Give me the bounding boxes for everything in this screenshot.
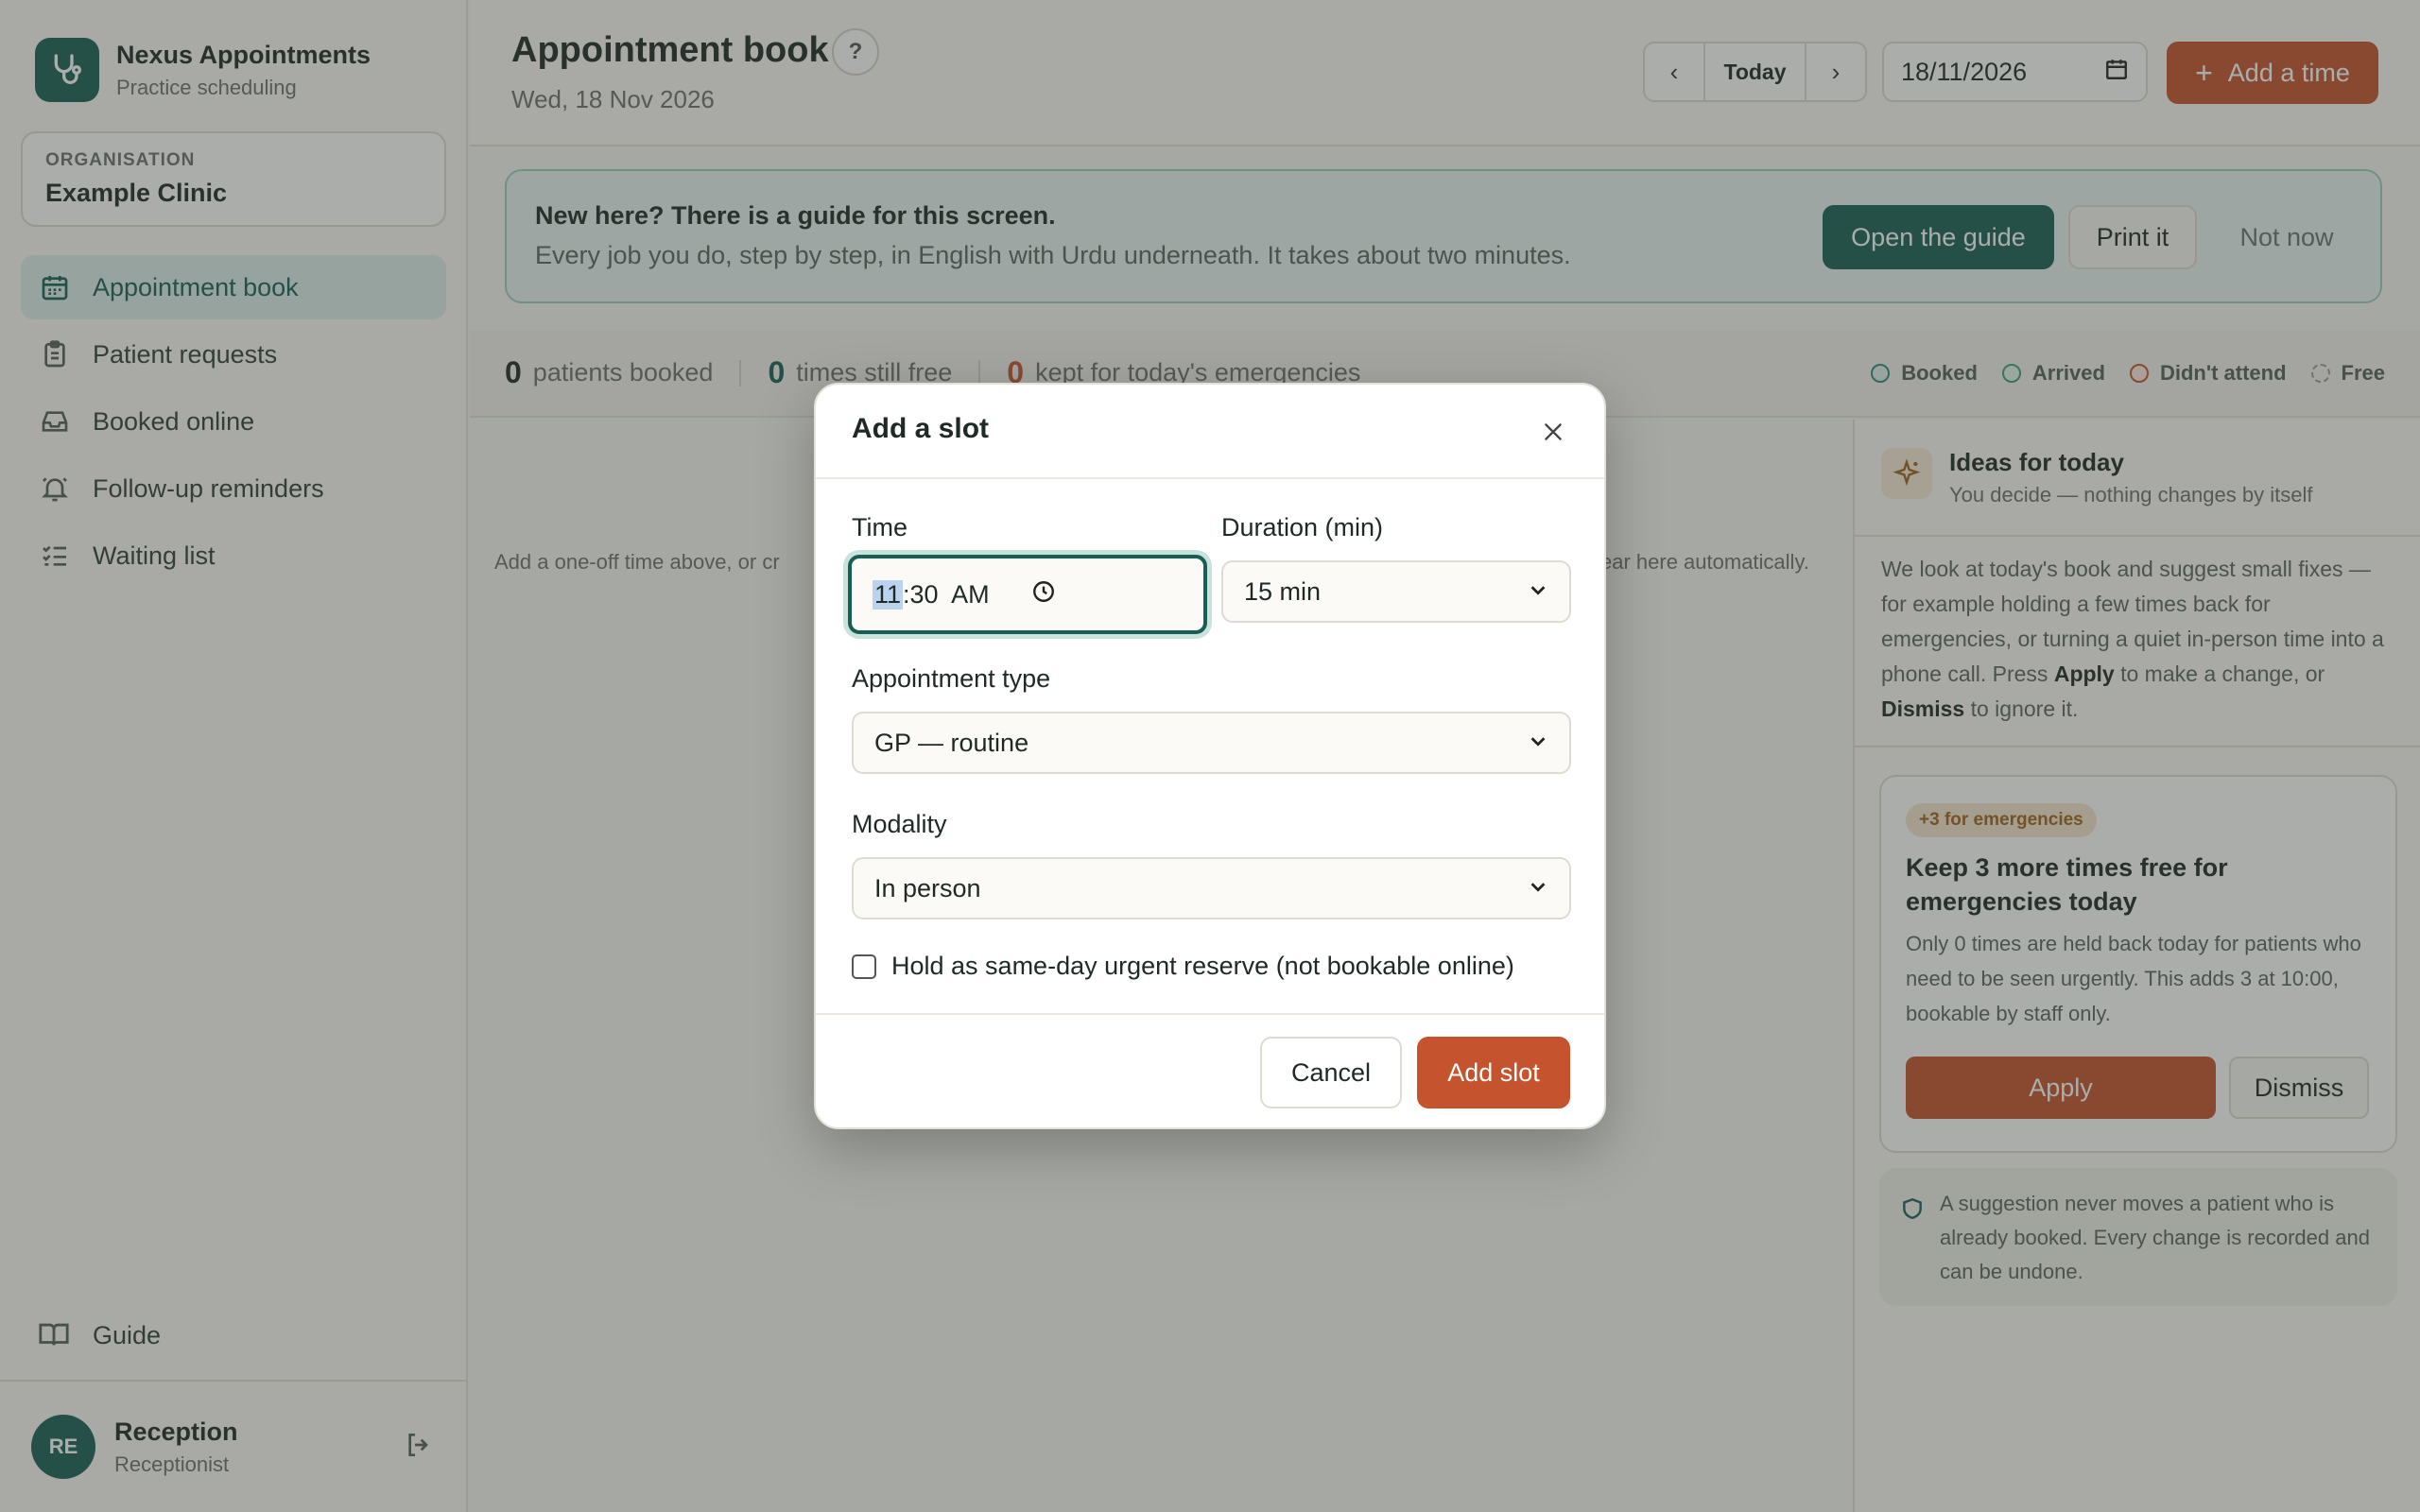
add-slot-button[interactable]: Add slot [1417, 1037, 1570, 1108]
duration-value: 15 min [1244, 576, 1322, 606]
divider [816, 477, 1604, 479]
chevron-down-icon [1528, 577, 1548, 607]
add-slot-dialog: Add a slot Time 11:30 AM Duration (min) … [814, 383, 1606, 1129]
modality-label: Modality [852, 810, 947, 838]
appointment-type-label: Appointment type [852, 664, 1051, 693]
time-hour: 11 [873, 579, 904, 610]
cancel-button[interactable]: Cancel [1260, 1037, 1402, 1108]
urgent-reserve-option[interactable]: Hold as same-day urgent reserve (not boo… [852, 952, 1514, 981]
chevron-down-icon [1528, 729, 1548, 758]
close-icon [1545, 423, 1562, 440]
appointment-type-value: GP — routine [874, 728, 1029, 757]
urgent-reserve-label: Hold as same-day urgent reserve (not boo… [891, 952, 1514, 980]
modality-select[interactable]: In person [852, 857, 1571, 919]
duration-label: Duration (min) [1221, 513, 1384, 541]
divider [816, 1013, 1604, 1015]
time-input[interactable]: 11:30 AM [848, 555, 1207, 634]
chevron-down-icon [1528, 874, 1548, 903]
dialog-title: Add a slot [852, 413, 990, 444]
time-minutes-period: :30 AM [903, 579, 990, 609]
urgent-reserve-checkbox[interactable] [852, 954, 876, 979]
time-label: Time [852, 513, 908, 541]
close-button[interactable] [1534, 413, 1572, 451]
appointment-type-select[interactable]: GP — routine [852, 712, 1571, 774]
modality-value: In person [874, 873, 981, 902]
clock-icon[interactable] [1031, 579, 1056, 610]
duration-select[interactable]: 15 min [1221, 560, 1571, 623]
